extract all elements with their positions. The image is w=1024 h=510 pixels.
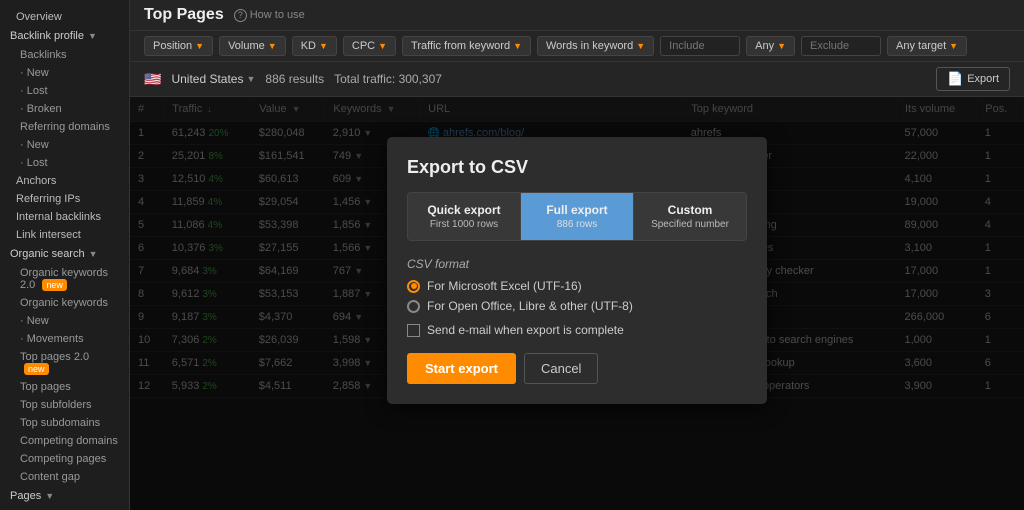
sidebar-item-best-by-links[interactable]: Best by links [0,506,129,510]
sidebar-item-top-pages-20[interactable]: Top pages 2.0 new [0,348,129,378]
sidebar-item-top-subfolders[interactable]: Top subfolders [0,396,129,414]
modal-actions: Start export Cancel [407,353,747,384]
sidebar-item-ok-new[interactable]: · New [0,312,129,330]
country-select[interactable]: United States ▼ [171,72,255,86]
table-area: # Traffic ↓ Value ▼ Keywords ▼ URL Top k… [130,97,1024,510]
sidebar-item-backlink-profile[interactable]: Backlink profile ▼ [0,26,129,46]
sidebar-item-referring-ips[interactable]: Referring IPs [0,190,129,208]
words-in-keyword-filter[interactable]: Words in keyword ▼ [537,36,654,56]
csv-format-label: CSV format [407,257,747,271]
how-to-use-link[interactable]: ? How to use [234,9,305,22]
full-export-option[interactable]: Full export 886 rows [521,193,634,240]
sidebar-item-backlinks[interactable]: Backlinks [0,46,129,64]
sidebar-item-organic-keywords-20[interactable]: Organic keywords 2.0 new [0,264,129,294]
sidebar-item-link-intersect[interactable]: Link intersect [0,226,129,244]
any-target-filter[interactable]: Any target ▼ [887,36,967,56]
quick-export-option[interactable]: Quick export First 1000 rows [408,193,521,240]
sidebar-item-organic-keywords[interactable]: Organic keywords [0,294,129,312]
sidebar-item-rd-new[interactable]: · New [0,136,129,154]
sidebar-item-pages[interactable]: Pages ▼ [0,486,129,506]
chevron-down-icon: ▼ [246,74,255,84]
main-content: Top Pages ? How to use Position ▼ Volume… [130,0,1024,510]
radio-excel[interactable]: For Microsoft Excel (UTF-16) [407,279,747,293]
start-export-button[interactable]: Start export [407,353,516,384]
radio-oo-circle [407,300,420,313]
radio-excel-circle [407,280,420,293]
email-checkbox [407,324,420,337]
export-icon: 📄 [947,71,963,87]
position-filter[interactable]: Position ▼ [144,36,213,56]
sidebar-item-anchors[interactable]: Anchors [0,172,129,190]
cpc-filter[interactable]: CPC ▼ [343,36,396,56]
export-modal: Export to CSV Quick export First 1000 ro… [387,137,767,404]
new-badge-tp: new [24,363,49,375]
sidebar-item-top-pages[interactable]: Top pages [0,378,129,396]
include-input[interactable] [660,36,740,56]
export-options: Quick export First 1000 rows Full export… [407,192,747,241]
page-title: Top Pages [144,6,224,24]
sidebar-item-competing-pages[interactable]: Competing pages [0,450,129,468]
total-traffic: Total traffic: 300,307 [334,72,442,86]
sidebar-item-broken[interactable]: · Broken [0,100,129,118]
sidebar-item-new[interactable]: · New [0,64,129,82]
custom-export-label: Custom [646,203,734,217]
dropdown-arrow-kd: ▼ [319,41,328,51]
dropdown-arrow-position: ▼ [195,41,204,51]
radio-excel-label: For Microsoft Excel (UTF-16) [427,279,582,293]
sidebar-item-lost[interactable]: · Lost [0,82,129,100]
volume-filter[interactable]: Volume ▼ [219,36,286,56]
country-flag: 🇺🇸 [144,71,161,88]
info-icon: ? [234,9,247,22]
chevron-down-icon: ▼ [89,249,98,259]
any-filter[interactable]: Any ▼ [746,36,795,56]
sidebar-item-overview[interactable]: Overview [0,8,129,26]
new-badge: new [42,279,67,291]
modal-title: Export to CSV [407,157,747,178]
full-export-subtitle: 886 rows [533,219,621,230]
dropdown-arrow-any-target: ▼ [949,41,958,51]
cancel-button[interactable]: Cancel [524,353,598,384]
exclude-input[interactable] [801,36,881,56]
export-button[interactable]: 📄 Export [936,67,1010,91]
dropdown-arrow-cpc: ▼ [378,41,387,51]
radio-oo-label: For Open Office, Libre & other (UTF-8) [427,299,633,313]
sidebar-item-competing-domains[interactable]: Competing domains [0,432,129,450]
results-count: 886 results [265,72,324,86]
quick-export-label: Quick export [420,203,508,217]
dropdown-arrow-volume: ▼ [268,41,277,51]
sidebar-item-content-gap[interactable]: Content gap [0,468,129,486]
email-checkbox-label: Send e-mail when export is complete [427,323,624,337]
radio-group: For Microsoft Excel (UTF-16) For Open Of… [407,279,747,313]
dropdown-arrow-any: ▼ [777,41,786,51]
sidebar-item-organic-search[interactable]: Organic search ▼ [0,244,129,264]
sidebar-item-referring-domains[interactable]: Referring domains [0,118,129,136]
sidebar-item-ok-movements[interactable]: · Movements [0,330,129,348]
sidebar-item-rd-lost[interactable]: · Lost [0,154,129,172]
dropdown-arrow-traffic: ▼ [513,41,522,51]
email-checkbox-item[interactable]: Send e-mail when export is complete [407,323,747,337]
quick-export-subtitle: First 1000 rows [420,219,508,230]
sidebar-item-top-subdomains[interactable]: Top subdomains [0,414,129,432]
custom-export-subtitle: Specified number [646,219,734,230]
traffic-from-keyword-filter[interactable]: Traffic from keyword ▼ [402,36,531,56]
sidebar: Overview Backlink profile ▼ Backlinks · … [0,0,130,510]
chevron-down-icon: ▼ [88,31,97,41]
chevron-down-icon: ▼ [45,491,54,501]
custom-export-option[interactable]: Custom Specified number [634,193,746,240]
dropdown-arrow-words: ▼ [636,41,645,51]
filterbar: Position ▼ Volume ▼ KD ▼ CPC ▼ Traffic f… [130,31,1024,62]
topbar: Top Pages ? How to use [130,0,1024,31]
modal-overlay: Export to CSV Quick export First 1000 ro… [130,97,1024,510]
sidebar-item-internal-backlinks[interactable]: Internal backlinks [0,208,129,226]
kd-filter[interactable]: KD ▼ [292,36,337,56]
resultsbar: 🇺🇸 United States ▼ 886 results Total tra… [130,62,1024,97]
radio-open-office[interactable]: For Open Office, Libre & other (UTF-8) [407,299,747,313]
full-export-label: Full export [533,203,621,217]
